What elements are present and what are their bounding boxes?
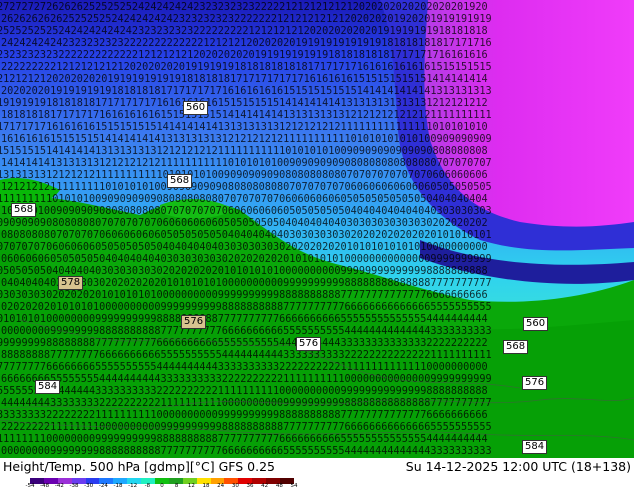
color-scale-tick-label: 54	[290, 483, 298, 489]
value-row: 0909090908080808070707070706060606060505…	[0, 218, 488, 229]
color-scale-tick-label: -38	[69, 483, 79, 489]
color-scale-tick-label: 48	[275, 483, 283, 489]
color-scale-tick-label: 8	[174, 483, 179, 489]
value-row: 2525252525242424242424232323232322222222…	[0, 26, 488, 37]
map-footer: Height/Temp. 500 hPa [gdmp][°C] GFS 0.25…	[0, 458, 634, 490]
value-row: 0808080807070707060606060605050505050404…	[1, 230, 492, 241]
value-row: 2424242424232323232322222222222221212121…	[1, 38, 492, 49]
value-row: 5555555544444444333333333322222222221111…	[0, 386, 488, 397]
height-contour-label: 584	[522, 440, 548, 454]
color-scale-tick-label: -12	[128, 483, 138, 489]
color-scale-tick-label: -8	[144, 483, 151, 489]
color-scale-tick-label: -30	[84, 483, 94, 489]
height-contour-label: 576	[522, 376, 548, 390]
forecast-datetime: Su 14-12-2025 12:00 UTC (18+138)	[405, 459, 631, 474]
value-row: 0606060605050505040404040403030303030202…	[1, 254, 492, 265]
value-row: 7777777766666666555555555544444444443333…	[0, 362, 488, 373]
color-scale-tick-label: -42	[54, 483, 64, 489]
color-scale-tick-label: 18	[202, 483, 210, 489]
value-row: 0707070706060606050505050504040404040303…	[0, 242, 488, 253]
value-row: 0101010100000000999999999988888888887777…	[0, 314, 488, 325]
value-grid: 2727272726262625252525242424242423232323…	[0, 2, 492, 457]
height-contour-label: 560	[523, 317, 549, 331]
value-row: 3333333322222222111111111100000000009999…	[0, 410, 488, 421]
color-scale-tick-label: 36	[246, 483, 254, 489]
value-row: 1111111110101010090909090908080808080707…	[0, 194, 488, 205]
height-contour-label: 560	[183, 101, 209, 115]
height-contour-label: 568	[11, 203, 37, 217]
value-row: 2121212120202020201919191919191818181817…	[0, 74, 488, 85]
chart-title: Height/Temp. 500 hPa [gdmp][°C] GFS 0.25	[3, 459, 275, 474]
height-contour-label: 578	[58, 276, 84, 290]
value-row: 8888888877777777666666666655555555554444…	[1, 350, 492, 361]
value-row: 4444444433333333222222222211111111110000…	[1, 398, 492, 409]
height-contour-label: 568	[503, 340, 529, 354]
value-row: 2323232323222222222222212121212120202020…	[0, 50, 488, 61]
weather-map: 2727272726262625252525242424242423232323…	[0, 0, 634, 458]
color-scale-tick-label: -48	[40, 483, 50, 489]
color-scale-tick-label: -54	[25, 483, 35, 489]
color-scale-tick-label: -24	[98, 483, 108, 489]
value-row: 1616161615151515141414141413131313131212…	[1, 134, 492, 145]
color-scale-tick-label: 42	[261, 483, 269, 489]
value-row: 1111111100000000999999999988888888887777…	[0, 434, 488, 445]
value-row: 1414141413131313121212121211111111111010…	[1, 158, 492, 169]
color-scale-tick-label: 24	[217, 483, 225, 489]
value-row: 2727272726262625252525242424242423232323…	[0, 2, 488, 13]
value-row: 2222222221212121212120202020201919191918…	[1, 62, 492, 73]
value-row: 1717171716161616151515151514141414141313…	[0, 122, 488, 133]
value-row: 6666666655555555444444444433333333332222…	[1, 374, 492, 385]
color-scale-tick-label: -18	[113, 483, 123, 489]
value-row: 1212121211111111101010101009090909090808…	[1, 182, 492, 193]
height-contour-label: 568	[167, 174, 193, 188]
value-row: 1010101009090909080808080807070707070606…	[1, 206, 492, 217]
value-row: 1919191918181818171717171716161616161515…	[0, 98, 488, 109]
value-row: 2020202019191919191818181817171717171616…	[1, 86, 492, 97]
height-contour-label: 576	[181, 315, 207, 329]
color-scale-tick-label: 12	[187, 483, 195, 489]
value-row: 0000000099999999888888888877777777776666…	[1, 446, 492, 457]
value-row: 0202020201010101000000000099999999998888…	[1, 302, 492, 313]
color-scale-tick-label: 0	[160, 483, 164, 489]
value-row: 2222222211111111000000000099999999998888…	[1, 422, 492, 433]
value-row: 2626262626252525252424242424232323232322…	[1, 14, 492, 25]
color-scale-tick-label: 30	[231, 483, 239, 489]
height-contour-label: 584	[35, 380, 61, 394]
value-row: 0303030302020202010101010100000000009999…	[0, 290, 488, 301]
height-contour-label: 576	[296, 337, 322, 351]
color-scale-ticks: -54 -48 -42 -38 -30 -24 -18 -12 -8 0 8 12 18 24 30 36 42…	[24, 483, 300, 490]
value-row: 9999999988888888777777777766666666665555…	[0, 338, 488, 349]
value-row: 1818181817171717161616161615151515151414…	[1, 110, 492, 121]
value-row: 1515151514141414131313131312121212121111…	[0, 146, 488, 157]
value-row: 0000000099999999888888888877777777776666…	[1, 326, 492, 337]
value-row: 1313131312121212111111111110101010100909…	[0, 170, 488, 181]
